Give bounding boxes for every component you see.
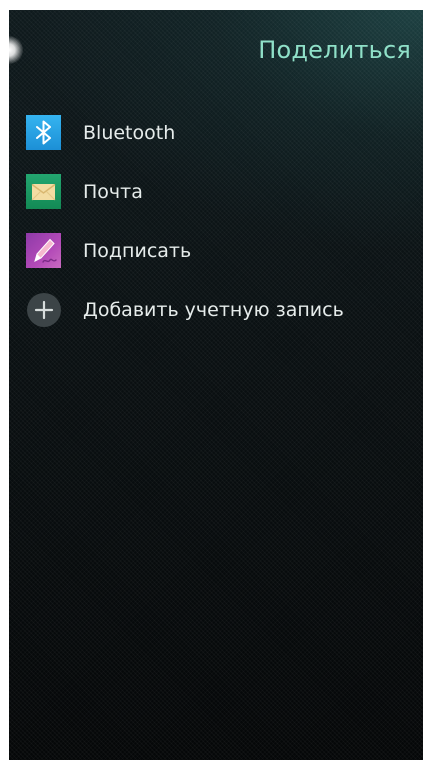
share-target-label: Подписать: [83, 239, 192, 262]
add-account-button[interactable]: Добавить учетную запись: [26, 280, 423, 339]
share-target-bluetooth[interactable]: Bluetooth: [26, 103, 423, 162]
pulley-menu-indicator: [9, 36, 23, 64]
bluetooth-icon: [26, 115, 61, 150]
add-account-label: Добавить учетную запись: [83, 298, 344, 321]
sign-pen-icon: [26, 233, 61, 268]
share-target-sign[interactable]: Подписать: [26, 221, 423, 280]
page-title: Поделиться: [258, 36, 411, 64]
share-target-label: Почта: [83, 180, 143, 203]
share-target-label: Bluetooth: [83, 121, 176, 144]
share-target-mail[interactable]: Почта: [26, 162, 423, 221]
share-target-list: Bluetooth Почта Подписать Добавить учетн…: [26, 103, 423, 339]
add-icon: [26, 292, 61, 327]
share-screen: Поделиться Bluetooth Почта Подписать Доб…: [9, 10, 423, 760]
mail-icon: [26, 174, 61, 209]
